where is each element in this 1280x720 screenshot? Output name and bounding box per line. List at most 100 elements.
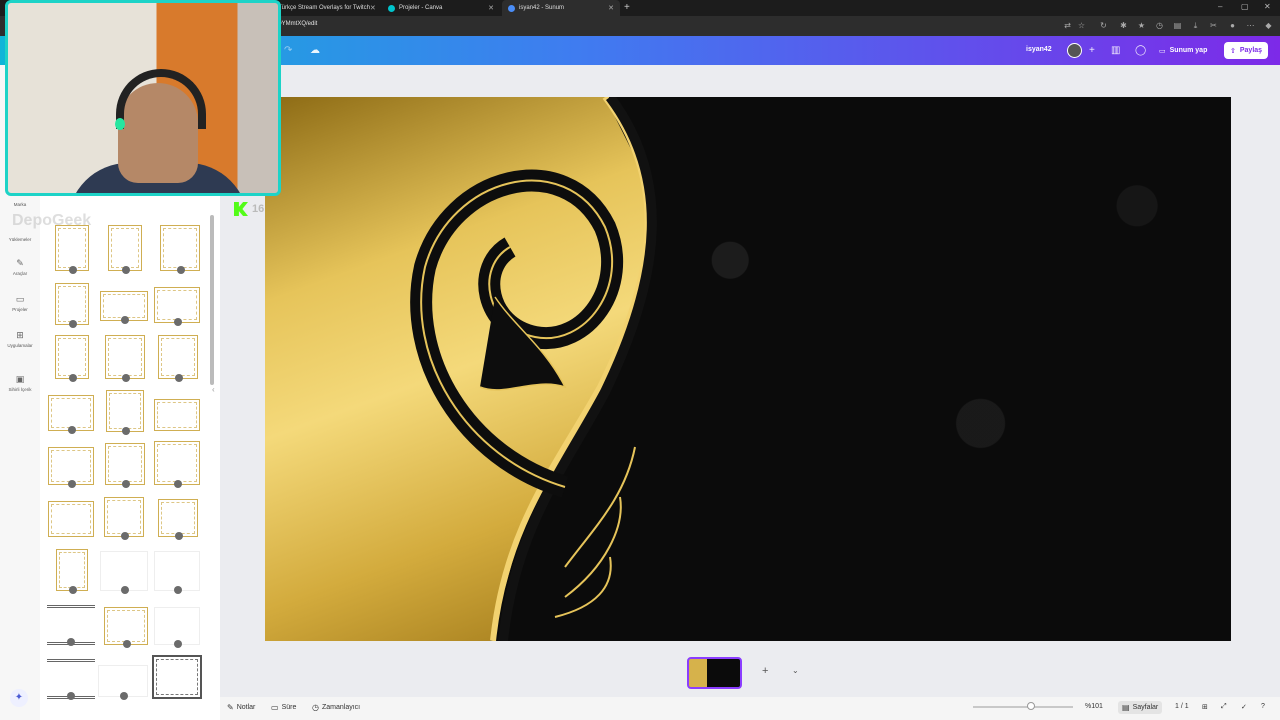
frame-thumbnail[interactable] bbox=[154, 399, 200, 431]
frame-thumbnail[interactable] bbox=[55, 335, 89, 382]
frame-thumbnail[interactable] bbox=[56, 549, 88, 594]
frame-thumbnail[interactable] bbox=[100, 551, 148, 594]
panel-scrollbar[interactable] bbox=[210, 215, 214, 385]
frame-thumbnail[interactable] bbox=[104, 497, 144, 540]
frame-thumbnail[interactable] bbox=[106, 390, 144, 435]
nav-projects[interactable]: ▭ Projeler bbox=[0, 294, 40, 312]
premium-crown-icon bbox=[68, 426, 76, 434]
tab-label: isyan42 - Sunum bbox=[519, 5, 565, 11]
frame-thumbnail[interactable] bbox=[100, 291, 148, 324]
timer-label: Zamanlayıcı bbox=[321, 704, 361, 711]
frame-thumbnail[interactable] bbox=[158, 499, 198, 540]
page-counter: 1 / 1 bbox=[1175, 703, 1189, 710]
add-collaborator-icon[interactable]: + bbox=[1089, 45, 1095, 56]
help-icon[interactable]: ? bbox=[1261, 703, 1265, 710]
nav-uploads[interactable]: Yüklemeler bbox=[0, 237, 40, 242]
premium-crown-icon bbox=[175, 374, 183, 382]
pages-button[interactable]: ▤ Sayfalar bbox=[1118, 701, 1163, 714]
profile-icon[interactable]: ● bbox=[1228, 21, 1237, 30]
frame-thumbnail[interactable] bbox=[152, 655, 202, 699]
frame-thumbnail[interactable] bbox=[55, 225, 89, 274]
frame-thumbnail[interactable] bbox=[105, 443, 145, 488]
redo-icon[interactable]: ↷ bbox=[284, 45, 292, 56]
copilot-icon[interactable]: ◆ bbox=[1264, 21, 1273, 30]
kick-icon bbox=[234, 202, 248, 216]
frame-thumbnail[interactable] bbox=[48, 395, 94, 434]
nav-apps[interactable]: ⊞ Uygulamalar bbox=[0, 330, 40, 348]
premium-crown-icon bbox=[174, 586, 182, 594]
share-button[interactable]: ⇧ Paylaş bbox=[1224, 42, 1269, 59]
screenshot-icon[interactable]: ✂ bbox=[1209, 21, 1218, 30]
frame-thumbnail[interactable] bbox=[108, 225, 142, 274]
pen-icon: ✎ bbox=[16, 258, 24, 268]
nav-brand[interactable]: Marka bbox=[0, 202, 40, 207]
zoom-slider-handle[interactable] bbox=[1027, 702, 1035, 710]
star-icon[interactable]: ☆ bbox=[1077, 21, 1086, 30]
close-icon[interactable]: ✕ bbox=[370, 4, 376, 12]
frame-thumbnail[interactable] bbox=[105, 335, 145, 382]
new-tab-icon[interactable]: + bbox=[624, 2, 630, 13]
history-icon[interactable]: ◷ bbox=[1155, 21, 1164, 30]
nav-label: Projeler bbox=[12, 307, 28, 312]
frame-thumbnail[interactable] bbox=[98, 665, 148, 700]
frame-thumbnail[interactable] bbox=[55, 283, 89, 328]
tab-label: Türkçe Stream Overlays for Twitch bbox=[278, 5, 370, 11]
page-thumbnail[interactable] bbox=[687, 657, 742, 689]
notes-button[interactable]: ✎ Notlar bbox=[227, 703, 255, 712]
url-input[interactable]: OYMmtXQ/edit bbox=[277, 21, 317, 27]
project-owner: isyan42 bbox=[1026, 46, 1052, 53]
add-page-icon[interactable]: + bbox=[762, 665, 768, 677]
zoom-slider[interactable] bbox=[973, 706, 1073, 708]
nav-magic-media[interactable]: ▣ Sihirli İçerik bbox=[0, 374, 40, 392]
magic-assistant-icon[interactable]: ✦ bbox=[10, 689, 28, 707]
translate-icon[interactable]: ⇄ bbox=[1063, 21, 1072, 30]
fullscreen-icon[interactable]: ⤢ bbox=[1221, 703, 1227, 711]
frame-thumbnail[interactable] bbox=[160, 225, 200, 274]
refresh-icon[interactable]: ↻ bbox=[1099, 21, 1108, 30]
window-close-icon[interactable]: ✕ bbox=[1264, 2, 1271, 11]
chevron-down-icon[interactable]: ⌄ bbox=[792, 666, 799, 675]
check-icon[interactable]: ✓ bbox=[1241, 703, 1247, 711]
close-icon[interactable]: ✕ bbox=[488, 4, 494, 12]
favorites-icon[interactable]: ★ bbox=[1137, 21, 1146, 30]
present-button[interactable]: ▭ Sunum yap bbox=[1153, 42, 1213, 59]
frame-thumbnail[interactable] bbox=[154, 441, 200, 488]
collections-icon[interactable]: ▤ bbox=[1173, 21, 1182, 30]
minimize-icon[interactable]: – bbox=[1218, 2, 1222, 11]
ornament-thumbnail[interactable] bbox=[47, 605, 95, 646]
grid-view-icon[interactable]: ⊞ bbox=[1202, 703, 1208, 711]
download-icon[interactable]: ⤓ bbox=[1191, 21, 1200, 30]
canva-icon bbox=[508, 4, 515, 12]
premium-crown-icon bbox=[121, 586, 129, 594]
premium-crown-icon bbox=[67, 638, 75, 646]
duration-button[interactable]: ▭ Süre bbox=[271, 703, 296, 712]
ornament-thumbnail[interactable] bbox=[47, 659, 95, 700]
frame-thumbnail[interactable] bbox=[154, 607, 200, 648]
frame-thumbnail[interactable] bbox=[154, 287, 200, 326]
nav-tools[interactable]: ✎ Araçlar bbox=[0, 258, 40, 276]
avatar[interactable] bbox=[1067, 43, 1082, 58]
cloud-save-icon[interactable]: ☁ bbox=[310, 45, 320, 56]
maximize-icon[interactable]: ▢ bbox=[1241, 2, 1249, 11]
frame-thumbnail[interactable] bbox=[48, 447, 94, 488]
frame-thumbnail[interactable] bbox=[154, 551, 200, 594]
duration-icon: ▭ bbox=[271, 703, 279, 712]
premium-crown-icon bbox=[123, 640, 131, 648]
tab-projects[interactable]: Projeler - Canva ✕ bbox=[382, 0, 500, 16]
stream-watermark: DepoGeek bbox=[12, 212, 92, 229]
extension-icon[interactable]: ✱ bbox=[1119, 21, 1128, 30]
tab-stream-overlays[interactable]: Türkçe Stream Overlays for Twitch ✕ bbox=[272, 0, 380, 16]
frame-thumbnail[interactable] bbox=[158, 335, 198, 382]
close-icon[interactable]: ✕ bbox=[608, 4, 614, 12]
frame-thumbnail[interactable] bbox=[48, 501, 94, 537]
zoom-level[interactable]: %101 bbox=[1085, 703, 1103, 710]
frame-thumbnail[interactable] bbox=[104, 607, 148, 648]
design-canvas[interactable] bbox=[265, 97, 1231, 641]
timer-button[interactable]: ◷ Zamanlayıcı bbox=[312, 703, 360, 712]
premium-crown-icon bbox=[120, 692, 128, 700]
comment-icon[interactable]: ◯ bbox=[1135, 45, 1146, 56]
webcam-overlay bbox=[5, 0, 281, 196]
analytics-icon[interactable]: ▥ bbox=[1111, 45, 1120, 56]
more-icon[interactable]: ⋯ bbox=[1246, 21, 1255, 30]
tab-presentation[interactable]: isyan42 - Sunum ✕ bbox=[502, 0, 620, 16]
